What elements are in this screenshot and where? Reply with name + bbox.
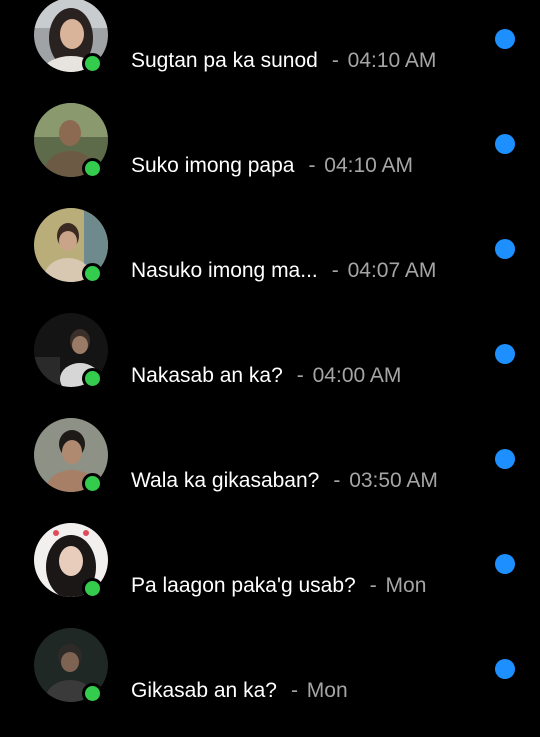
last-message: Gikasab an ka? [131,679,277,702]
chat-row[interactable]: Nasuko imong ma... - 04:07 AM [0,184,540,289]
separator: - [308,154,316,177]
message-preview: Sugtan pa ka sunod - 04:10 AM [131,48,436,74]
unread-indicator [495,344,515,364]
separator: - [331,49,339,72]
separator: - [369,574,377,597]
unread-indicator [495,239,515,259]
chat-row[interactable]: Pa laagon paka'g usab? - Mon [0,499,540,604]
timestamp: 04:10 AM [347,49,437,72]
chat-list: Sugtan pa ka sunod - 04:10 AM Suko imong … [0,0,540,709]
online-status-dot [82,158,103,179]
unread-indicator [495,29,515,49]
message-preview: Pa laagon paka'g usab? - Mon [131,573,426,599]
last-message: Sugtan pa ka sunod [131,49,318,72]
timestamp: Mon [385,574,427,597]
timestamp: 04:07 AM [347,259,437,282]
online-status-dot [82,683,103,704]
separator: - [331,259,339,282]
unread-indicator [495,449,515,469]
separator: - [296,364,304,387]
separator: - [333,469,341,492]
online-status-dot [82,263,103,284]
message-preview: Wala ka gikasaban? - 03:50 AM [131,468,438,494]
chat-row[interactable]: Nakasab an ka? - 04:00 AM [0,289,540,394]
unread-indicator [495,134,515,154]
unread-indicator [495,659,515,679]
message-preview: Suko imong papa - 04:10 AM [131,153,413,179]
separator: - [290,679,298,702]
last-message: Suko imong papa [131,154,295,177]
chat-row[interactable]: Suko imong papa - 04:10 AM [0,79,540,184]
chat-row[interactable]: Gikasab an ka? - Mon [0,604,540,709]
online-status-dot [82,53,103,74]
last-message: Nasuko imong ma... [131,259,318,282]
message-preview: Nakasab an ka? - 04:00 AM [131,363,401,389]
online-status-dot [82,578,103,599]
timestamp: 03:50 AM [349,469,438,492]
chat-row[interactable]: Wala ka gikasaban? - 03:50 AM [0,394,540,499]
message-preview: Gikasab an ka? - Mon [131,678,348,704]
timestamp: 04:10 AM [324,154,414,177]
online-status-dot [82,473,103,494]
last-message: Wala ka gikasaban? [131,469,320,492]
timestamp: 04:00 AM [312,364,402,387]
chat-row[interactable]: Sugtan pa ka sunod - 04:10 AM [0,0,540,79]
message-preview: Nasuko imong ma... - 04:07 AM [131,258,436,284]
last-message: Nakasab an ka? [131,364,283,387]
last-message: Pa laagon paka'g usab? [131,574,356,597]
timestamp: Mon [306,679,348,702]
online-status-dot [82,368,103,389]
unread-indicator [495,554,515,574]
